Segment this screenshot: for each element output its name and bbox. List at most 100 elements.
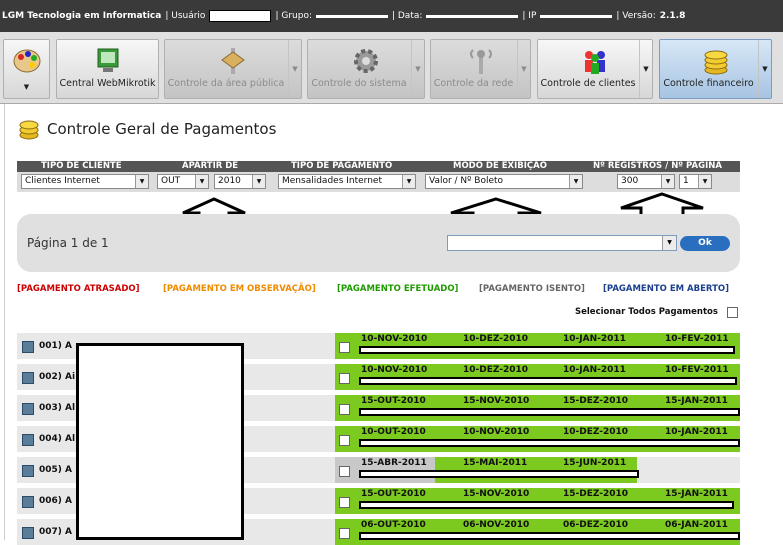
row-checkbox[interactable] [339, 497, 350, 508]
version-label: | Versão: [616, 11, 656, 21]
payment-date[interactable]: 06-JAN-2011 [665, 520, 728, 530]
row-checkbox[interactable] [339, 373, 350, 384]
payment-date[interactable]: 10-JAN-2011 [563, 365, 626, 375]
row-checkbox[interactable] [339, 435, 350, 446]
select-value: OUT [161, 176, 181, 186]
legend-overdue: [PAGAMENTO ATRASADO] [17, 284, 140, 294]
calendar-icon[interactable] [22, 465, 34, 477]
palette-icon [13, 49, 40, 73]
calendar-icon[interactable] [22, 496, 34, 508]
payment-date[interactable]: 10-DEZ-2010 [463, 365, 528, 375]
payment-date[interactable]: 15-DEZ-2010 [563, 489, 628, 499]
user-label: | Usuário [165, 11, 206, 21]
select-all-checkbox[interactable] [727, 307, 738, 318]
payment-date[interactable]: 10-NOV-2010 [361, 334, 427, 344]
pagination-bar: Página 1 de 1 ▼ Ok [17, 214, 740, 272]
payment-type-select[interactable]: Mensalidades Internet ▼ [278, 174, 416, 189]
chevron-down-icon[interactable]: ▼ [411, 40, 424, 98]
row-checkbox[interactable] [339, 404, 350, 415]
filter-header-display-mode: MODO DE EXIBIÇÃO [453, 161, 547, 171]
chevron-down-icon: ▼ [402, 175, 415, 188]
payment-cells: 06-OUT-2010 06-NOV-2010 06-DEZ-2010 06-J… [335, 519, 740, 545]
payment-date[interactable]: 15-MAI-2011 [463, 458, 527, 468]
calendar-icon[interactable] [22, 403, 34, 415]
toolbar-button-network[interactable]: Controle da rede ▼ [430, 39, 531, 99]
client-type-select[interactable]: Clientes Internet ▼ [21, 174, 149, 189]
start-year-select[interactable]: 2010 ▼ [214, 174, 266, 189]
toolbar-button-clients[interactable]: Controle de clientes ▼ [537, 39, 653, 99]
payment-date[interactable]: 15-JAN-2011 [665, 489, 728, 499]
toolbar-button-webmikrotik[interactable]: Central WebMikrotik [56, 39, 159, 99]
page-jump-select[interactable]: ▼ [447, 235, 677, 251]
page-number-select[interactable]: 1 ▼ [679, 174, 712, 189]
redacted-values [359, 346, 735, 354]
toolbar-button-theme[interactable]: ▼ [3, 39, 50, 99]
payment-date[interactable]: 10-FEV-2011 [665, 334, 729, 344]
row-checkbox[interactable] [339, 528, 350, 539]
payment-date[interactable]: 10-JAN-2011 [563, 334, 626, 344]
toolbar-button-system[interactable]: Controle do sistema ▼ [307, 39, 425, 99]
row-checkbox[interactable] [339, 342, 350, 353]
chevron-down-icon: ▼ [135, 175, 148, 188]
payment-date[interactable]: 15-OUT-2010 [361, 489, 426, 499]
row-client: 003) Al [39, 403, 76, 413]
payment-date[interactable]: 10-NOV-2010 [463, 427, 529, 437]
group-label: | Grupo: [275, 11, 312, 21]
redacted-values [359, 408, 740, 416]
chevron-down-icon: ▼ [252, 175, 265, 188]
payment-date[interactable]: 15-JUN-2011 [563, 458, 626, 468]
chevron-down-icon[interactable]: ▼ [639, 40, 652, 98]
redacted-values [359, 439, 740, 447]
payment-date[interactable]: 06-NOV-2010 [463, 520, 529, 530]
redacted-values [359, 377, 737, 385]
row-checkbox[interactable] [339, 466, 350, 477]
chevron-down-icon: ▼ [661, 175, 674, 188]
calendar-icon[interactable] [22, 372, 34, 384]
coins-icon [704, 50, 727, 75]
payment-date[interactable]: 15-NOV-2010 [463, 489, 529, 499]
chevron-down-icon[interactable]: ▼ [288, 40, 301, 98]
chevron-down-icon[interactable]: ▼ [517, 40, 530, 98]
select-all-label: Selecionar Todos Pagamentos [575, 307, 718, 317]
payment-date[interactable]: 10-JAN-2011 [665, 427, 728, 437]
ok-button[interactable]: Ok [680, 236, 730, 251]
payment-date[interactable]: 10-FEV-2011 [665, 365, 729, 375]
payment-date[interactable]: 15-NOV-2010 [463, 396, 529, 406]
toolbar-button-public-area[interactable]: Controle da área pública ▼ [164, 39, 302, 99]
calendar-icon[interactable] [22, 527, 34, 539]
select-value: 2010 [218, 176, 241, 186]
toolbar-button-financial[interactable]: Controle financeiro ▼ [659, 39, 772, 99]
start-month-select[interactable]: OUT ▼ [157, 174, 209, 189]
payment-date[interactable]: 10-NOV-2010 [361, 365, 427, 375]
records-select[interactable]: 300 ▼ [617, 174, 675, 189]
payment-date[interactable]: 15-DEZ-2010 [563, 396, 628, 406]
redacted-ip [540, 14, 613, 18]
calendar-icon[interactable] [22, 341, 34, 353]
company-name: LGM Tecnologia em Informatica [2, 11, 162, 21]
payment-date[interactable]: 06-OUT-2010 [361, 520, 426, 530]
payment-date[interactable]: 10-DEZ-2010 [463, 334, 528, 344]
row-client: 005) A [39, 465, 72, 475]
chevron-down-icon[interactable]: ▼ [758, 40, 771, 98]
select-value: 300 [621, 176, 639, 186]
coins-icon [19, 120, 39, 140]
payment-date[interactable]: 15-OUT-2010 [361, 396, 426, 406]
payment-date[interactable]: 10-DEZ-2010 [563, 427, 628, 437]
calendar-icon[interactable] [22, 434, 34, 446]
toolbar-button-label: Controle do sistema [311, 78, 407, 89]
payment-date[interactable]: 15-JAN-2011 [665, 396, 728, 406]
chevron-down-icon: ▼ [195, 175, 208, 188]
payment-date[interactable]: 10-OUT-2010 [361, 427, 426, 437]
select-value: Mensalidades Internet [282, 176, 382, 186]
filter-header-start-date: APARTIR DE [182, 161, 239, 171]
payment-date[interactable]: 06-DEZ-2010 [563, 520, 628, 530]
row-client: 006) A [39, 496, 72, 506]
chevron-down-icon: ▼ [662, 236, 676, 250]
display-mode-select[interactable]: Valor / Nº Boleto ▼ [425, 174, 583, 189]
toolbar-button-label: Controle da área pública [167, 78, 285, 89]
payment-date[interactable]: 15-ABR-2011 [361, 458, 427, 468]
redacted-values [359, 470, 639, 478]
antenna-icon [469, 49, 492, 74]
redacted-date [426, 14, 519, 18]
legend-open: [PAGAMENTO EM ABERTO] [603, 284, 729, 294]
